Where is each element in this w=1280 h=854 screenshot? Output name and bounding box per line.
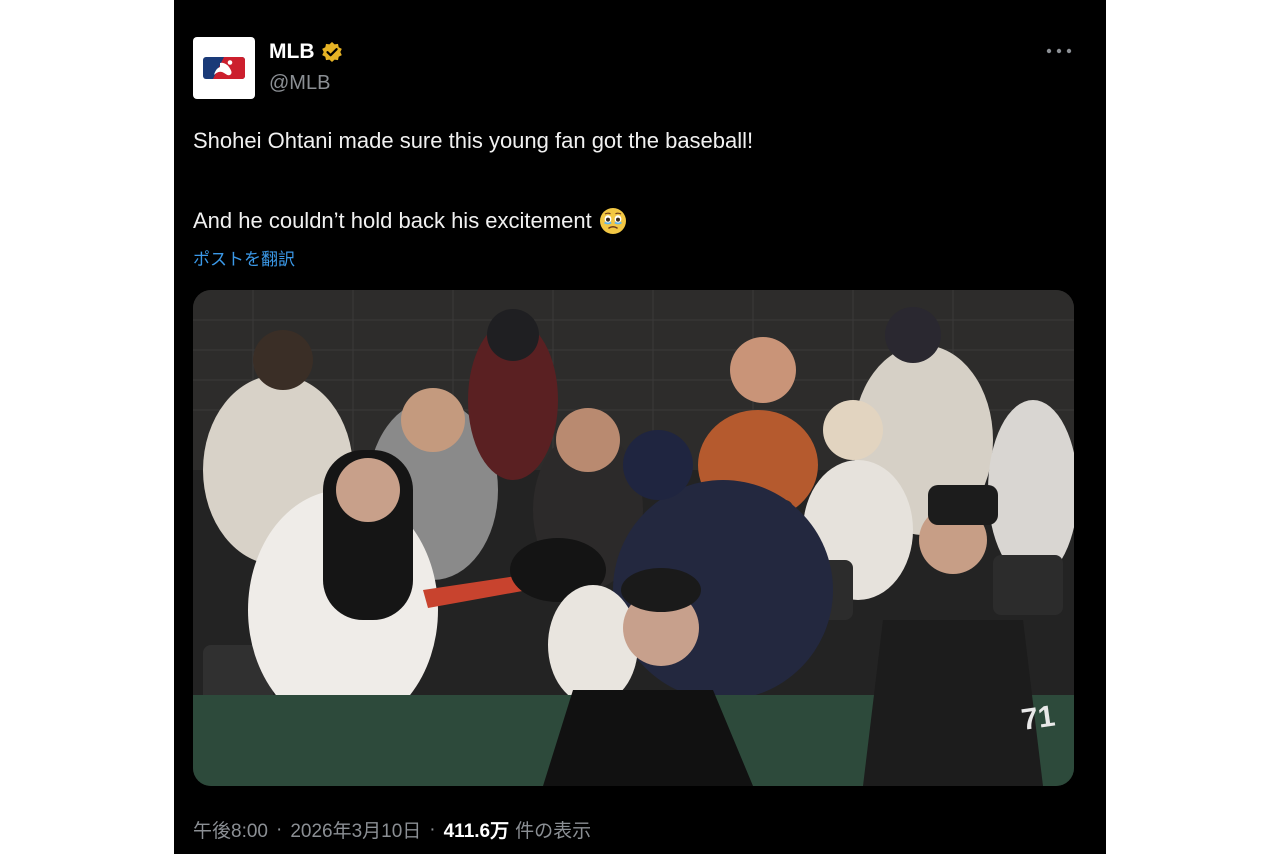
svg-text:71: 71 xyxy=(1019,700,1057,737)
author-name[interactable]: MLB xyxy=(269,40,343,64)
meta-separator: · xyxy=(429,818,436,840)
avatar[interactable] xyxy=(193,37,255,99)
author-handle[interactable]: @MLB xyxy=(269,72,330,95)
meta-separator: · xyxy=(275,818,283,840)
verified-badge-icon xyxy=(321,42,342,62)
author-name-text: MLB xyxy=(269,40,315,63)
holding-back-tears-face-icon xyxy=(599,208,626,234)
post-meta: 午後8:00 · 2026年3月10日 · 411.6万 件の表示 xyxy=(193,816,591,843)
post-card: MLB @MLB Shohei Ohtani made sure this yo… xyxy=(174,0,1106,854)
more-options-icon[interactable] xyxy=(1044,36,1074,66)
post-text-line-1: Shohei Ohtani made sure this young fan g… xyxy=(193,128,754,153)
post-text-line-2-text: And he couldn’t hold back his excitement xyxy=(193,208,592,233)
translate-post-link[interactable]: ポストを翻訳 xyxy=(193,245,295,270)
media-video[interactable]: 71 xyxy=(193,290,1074,786)
mlb-logo xyxy=(203,57,245,79)
post-date[interactable]: 2026年3月10日 xyxy=(290,816,421,843)
post-time[interactable]: 午後8:00 xyxy=(193,816,268,843)
post-text-line-2: And he couldn’t hold back his excitement xyxy=(193,206,628,236)
view-count-label: 件の表示 xyxy=(515,821,592,842)
view-count: 411.6万 xyxy=(443,821,510,842)
more-dots xyxy=(1046,48,1072,54)
video-frame: 71 xyxy=(193,290,1074,786)
